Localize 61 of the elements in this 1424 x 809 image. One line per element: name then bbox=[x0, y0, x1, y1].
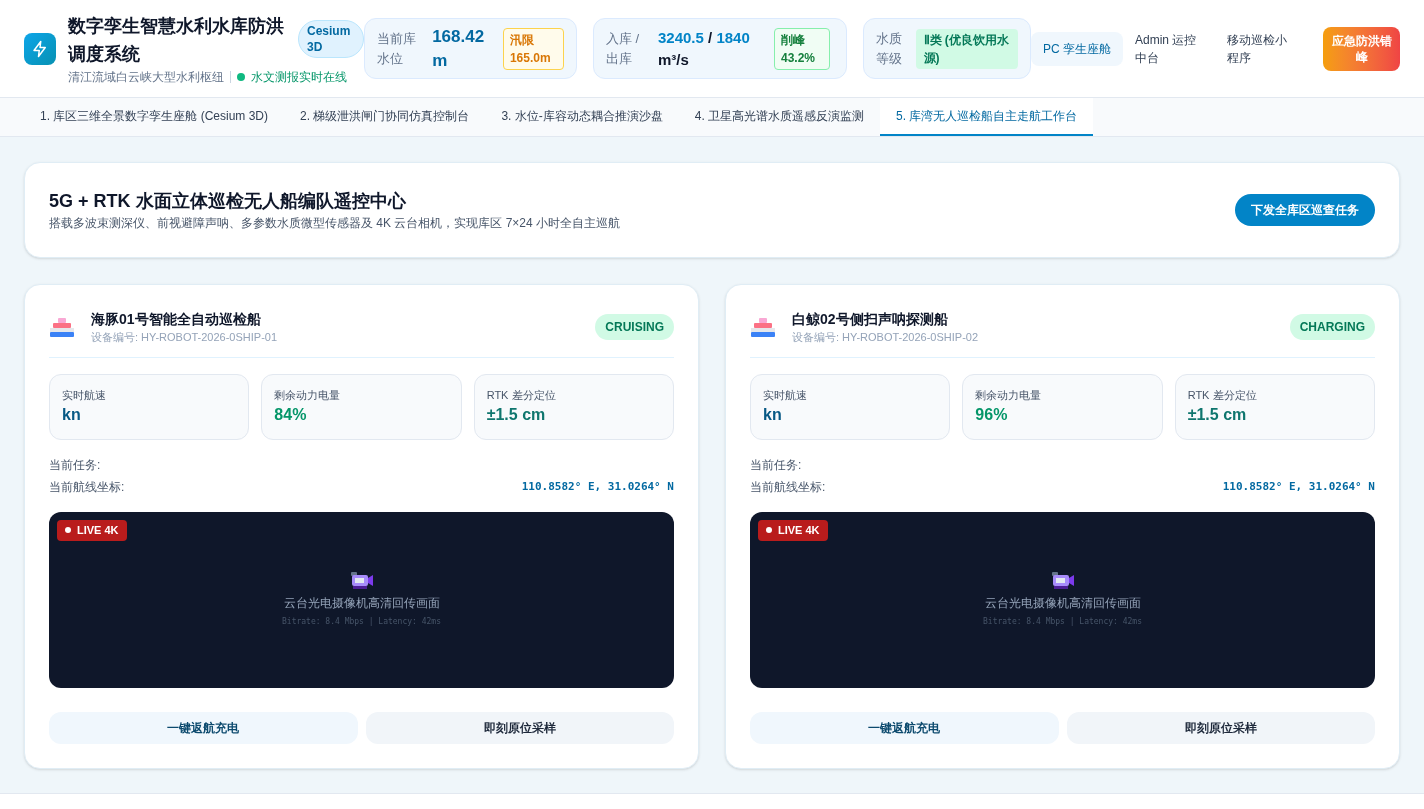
module-tab[interactable]: 4. 卫星高光谱水质遥感反演监测 bbox=[678, 98, 881, 136]
quality-grade-tag: Ⅱ类 (优良饮用水源) bbox=[915, 28, 1018, 69]
video-caption: 云台光电摄像机高清回传画面 bbox=[283, 595, 440, 612]
sample-button[interactable]: 即刻原位采样 bbox=[365, 712, 674, 744]
metric-label: RTK 差分定位 bbox=[1187, 388, 1258, 403]
cesium-badge: Cesium 3D bbox=[298, 20, 364, 58]
metric-value: ±1.5 cm bbox=[1187, 405, 1248, 425]
return-charge-button[interactable]: 一键返航充电 bbox=[49, 712, 358, 744]
return-charge-button[interactable]: 一键返航充电 bbox=[750, 712, 1059, 744]
video-camera-icon bbox=[349, 572, 374, 590]
video-caption: 云台光电摄像机高清回传画面 bbox=[984, 595, 1141, 612]
metric-value: kn bbox=[763, 405, 783, 425]
nav-link[interactable]: Admin 运控中台 bbox=[1123, 22, 1215, 75]
metric-value: ±1.5 cm bbox=[486, 405, 547, 425]
task-label: 当前任务: bbox=[49, 457, 101, 474]
module-tab[interactable]: 1. 库区三维全景数字孪生座舱 (Cesium 3D) bbox=[24, 98, 285, 136]
online-status: 水文测报实时在线 bbox=[251, 68, 347, 86]
metric-label: 实时航速 bbox=[763, 388, 808, 403]
stat-value: 3240.5 / 1840 m³/s bbox=[658, 27, 751, 70]
live-badge: LIVE 4K bbox=[57, 520, 127, 541]
metric-label: 实时航速 bbox=[62, 388, 107, 403]
status-badge: CRUISING bbox=[595, 314, 674, 340]
coordinate-label: 当前航线坐标: bbox=[750, 479, 826, 496]
metric-value: 96% bbox=[975, 405, 1009, 425]
metric-label: 剩余动力电量 bbox=[975, 388, 1043, 403]
metric-label: 剩余动力电量 bbox=[274, 388, 342, 403]
sample-button[interactable]: 即刻原位采样 bbox=[1066, 712, 1375, 744]
stat-label: 当前库水位 bbox=[377, 29, 417, 68]
coordinate-value: 110.8582° E, 31.0264° N bbox=[521, 478, 674, 495]
module-tab[interactable]: 2. 梯级泄洪闸门协同仿真控制台 bbox=[284, 98, 486, 136]
stat-label: 入库 / 出库 bbox=[606, 29, 641, 68]
coordinate-label: 当前航线坐标: bbox=[49, 479, 125, 496]
lightning-logo-icon bbox=[24, 32, 56, 65]
peak-shaving-tag: 削峰 43.2% bbox=[774, 27, 830, 70]
status-badge: CHARGING bbox=[1289, 314, 1375, 340]
boat-icon bbox=[750, 316, 776, 338]
flood-limit-tag: 汛限 165.0m bbox=[502, 27, 564, 70]
metric-value: kn bbox=[62, 405, 82, 425]
app-title: 数字孪生智慧水利水库防洪调度系统 bbox=[68, 14, 285, 66]
device-id: 设备编号: HY-ROBOT-2026-0SHIP-01 bbox=[91, 330, 279, 345]
ship-name: 白鲸02号侧扫声呐探测船 bbox=[792, 310, 949, 329]
video-camera-icon bbox=[1050, 572, 1075, 590]
module-tab[interactable]: 3. 水位-库容动态耦合推演沙盘 bbox=[485, 98, 679, 136]
hero-description: 搭载多波束测深仪、前视避障声呐、多参数水质微型传感器及 4K 云台相机，实现库区 7×24 小时全自主巡航 bbox=[49, 215, 622, 232]
device-id: 设备编号: HY-ROBOT-2026-0SHIP-02 bbox=[792, 330, 980, 345]
stat-value: 168.42 m bbox=[432, 25, 486, 72]
site-name: 清江流域白云峡大型水利枢纽 bbox=[68, 68, 224, 86]
divider bbox=[230, 70, 231, 83]
ship-name: 海豚01号智能全自动巡检船 bbox=[91, 310, 262, 329]
coordinate-value: 110.8582° E, 31.0264° N bbox=[1222, 478, 1375, 495]
stat-label: 水质等级 bbox=[876, 29, 903, 68]
live-badge: LIVE 4K bbox=[758, 520, 828, 541]
metric-label: RTK 差分定位 bbox=[486, 388, 557, 403]
metric-value: 84% bbox=[274, 405, 308, 425]
boat-icon bbox=[49, 316, 75, 338]
hero-title: 5G + RTK 水面立体巡检无人船编队遥控中心 bbox=[49, 190, 407, 213]
task-label: 当前任务: bbox=[750, 457, 802, 474]
nav-link[interactable]: 移动巡检小程序 bbox=[1215, 22, 1307, 75]
module-tab[interactable]: 5. 库湾无人巡检船自主走航工作台 bbox=[880, 98, 1094, 136]
dispatch-task-button[interactable]: 下发全库区巡查任务 bbox=[1235, 194, 1375, 226]
nav-link[interactable]: PC 孪生座舱 bbox=[1031, 31, 1123, 66]
